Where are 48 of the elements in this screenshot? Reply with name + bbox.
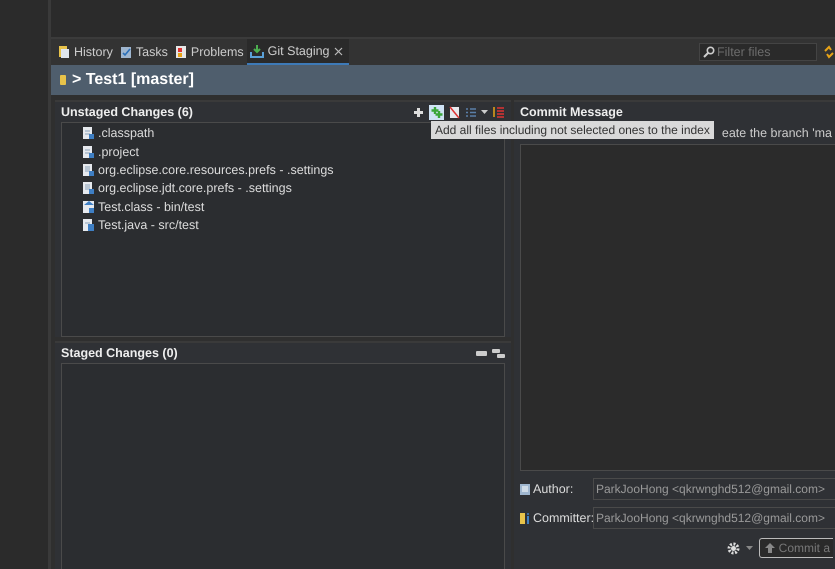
file-item[interactable]: .project xyxy=(62,142,139,161)
repository-icon xyxy=(59,74,67,86)
section-title: Commit Message xyxy=(520,105,624,119)
file-item[interactable]: .classpath xyxy=(62,124,154,142)
warning-list-icon xyxy=(174,45,188,59)
committer-icon xyxy=(519,512,531,524)
committer-field[interactable]: ParkJooHong <qkrwnghd512@gmail.com> xyxy=(593,507,835,529)
view-tab[interactable]: Problems xyxy=(170,39,247,65)
view-tab[interactable]: Git Staging xyxy=(246,39,348,65)
file-icon xyxy=(82,218,95,232)
file-icon xyxy=(82,162,95,177)
branch-note: eate the branch 'ma xyxy=(722,126,832,140)
file-item[interactable]: org.eclipse.core.resources.prefs - .settings xyxy=(62,160,334,180)
close-icon[interactable] xyxy=(334,46,342,56)
crossed-file-icon[interactable] xyxy=(449,106,460,118)
double-minus-icon[interactable] xyxy=(492,348,505,358)
file-item[interactable]: org.eclipse.jdt.core.prefs - .settings xyxy=(62,179,292,198)
document-icon xyxy=(57,45,71,59)
sort-icon[interactable] xyxy=(493,106,505,118)
view-tab[interactable]: Tasks xyxy=(116,39,171,65)
view-tab[interactable]: History xyxy=(54,39,116,65)
author-label: Author: xyxy=(533,482,574,496)
dropdown-icon[interactable] xyxy=(481,110,488,114)
tooltip: Add all files including not selected ones to the index xyxy=(431,121,714,139)
section-title: Staged Changes (0) xyxy=(61,346,179,360)
filter-field[interactable]: Filter files xyxy=(699,43,817,61)
clipboard-icon xyxy=(118,45,133,59)
double-plus-icon xyxy=(430,106,443,118)
gear-icon[interactable] xyxy=(726,542,740,554)
file-icon xyxy=(82,126,95,140)
author-icon xyxy=(519,482,531,496)
minus-icon[interactable] xyxy=(476,350,487,356)
plus-icon[interactable] xyxy=(413,106,424,118)
add-all-button[interactable] xyxy=(429,104,444,120)
file-item[interactable]: Test.class - bin/test xyxy=(62,198,204,216)
dropdown-icon[interactable] xyxy=(746,546,753,550)
author-field[interactable]: ParkJooHong <qkrwnghd512@gmail.com> xyxy=(593,478,835,500)
section-title: Unstaged Changes (6) xyxy=(61,105,194,119)
file-item[interactable]: Test.java - src/test xyxy=(62,216,199,234)
download-tray-icon xyxy=(250,44,264,58)
file-icon xyxy=(82,200,95,214)
commit-message-field[interactable] xyxy=(520,144,835,471)
file-icon xyxy=(82,181,95,196)
list-icon[interactable] xyxy=(465,106,476,118)
search-icon xyxy=(703,46,715,58)
file-icon xyxy=(82,144,95,159)
committer-label: Committer: xyxy=(533,511,594,525)
repository-title: > Test1 [master] xyxy=(72,71,194,89)
